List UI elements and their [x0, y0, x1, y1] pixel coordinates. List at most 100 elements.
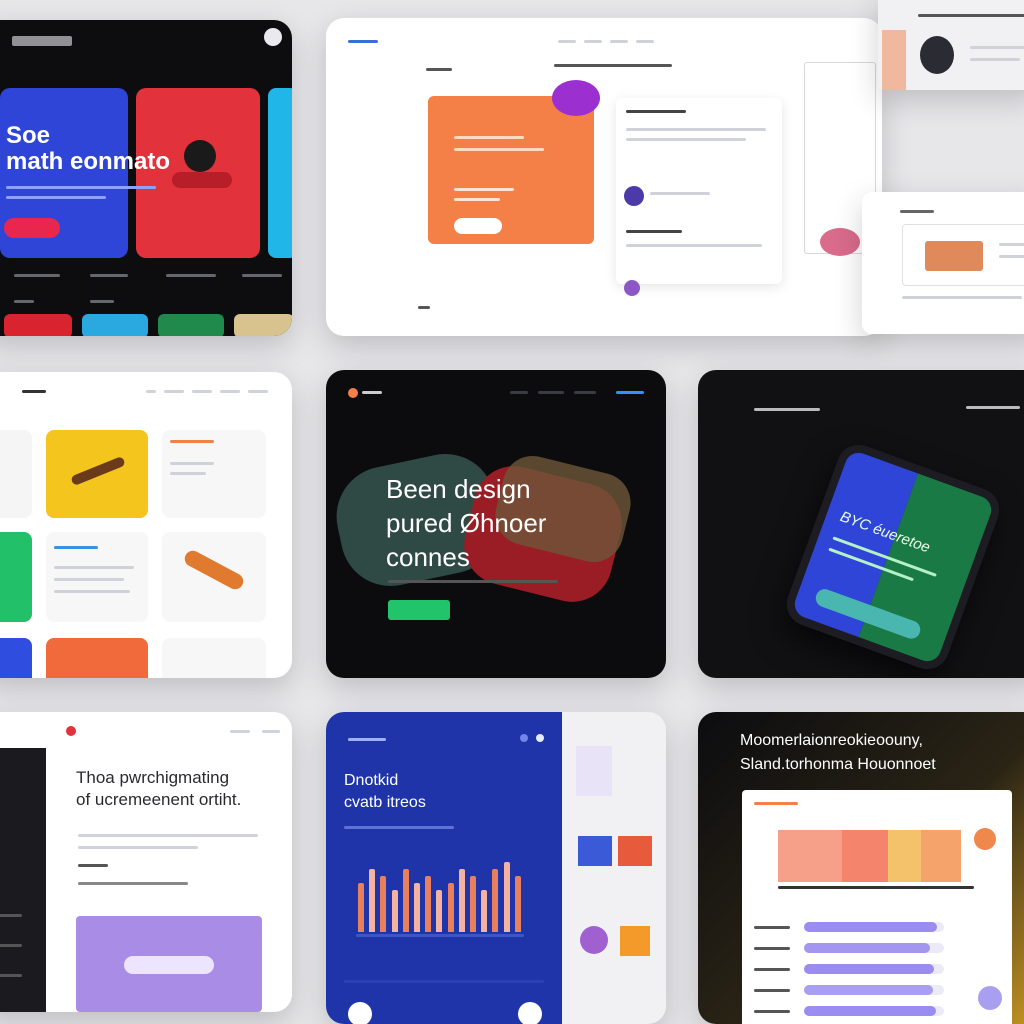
- sidebar-item-2[interactable]: [0, 944, 22, 947]
- logo-text[interactable]: [362, 391, 382, 394]
- stacked-chart: [778, 830, 962, 882]
- swatch-cyan[interactable]: [82, 314, 148, 336]
- hero-headline-2: pured Øhnoer: [386, 508, 547, 538]
- nav-link-4[interactable]: [220, 390, 240, 393]
- profile-text-2: [970, 46, 1024, 49]
- chart-bar: [403, 869, 409, 932]
- gallery-tile-white[interactable]: [0, 430, 32, 518]
- chart-footer: [344, 980, 544, 983]
- panel-logo[interactable]: [348, 738, 386, 741]
- settings-icon[interactable]: [520, 734, 528, 742]
- sidebar-item-1[interactable]: [0, 914, 22, 917]
- nav-link-4[interactable]: [636, 40, 654, 43]
- swatch-beige[interactable]: [234, 314, 292, 336]
- hero-cta-button[interactable]: [4, 218, 60, 238]
- label-b: [90, 274, 128, 277]
- progress-track: [804, 964, 944, 974]
- progress-label: [754, 989, 790, 992]
- analytics-headline-1: Moomerlaionreokieoouny,: [740, 732, 923, 749]
- chart-bar: [515, 876, 521, 932]
- orange-feature-panel[interactable]: [428, 96, 594, 244]
- nav-link-1[interactable]: [558, 40, 576, 43]
- progress-fill: [804, 1006, 936, 1016]
- window-tab-1[interactable]: [754, 802, 798, 805]
- nav-link-2[interactable]: [262, 730, 280, 733]
- tile-text-3: [54, 566, 134, 569]
- chart-bar: [481, 890, 487, 932]
- tile-text-4: [54, 578, 124, 581]
- nav-link-2[interactable]: [538, 391, 564, 394]
- gallery-tile-orange[interactable]: [46, 638, 148, 678]
- profile-icon[interactable]: [536, 734, 544, 742]
- footer-dots: [418, 306, 430, 309]
- nav-link-3[interactable]: [574, 391, 596, 394]
- article-title-2: of ucremeenent ortiht.: [76, 790, 242, 809]
- logo-icon[interactable]: [66, 726, 76, 736]
- progress-fill: [804, 922, 937, 932]
- swatch-green[interactable]: [158, 314, 224, 336]
- hero-headline-1: Soe: [6, 122, 51, 149]
- chat-icon[interactable]: [348, 1002, 372, 1024]
- nav-icons[interactable]: [966, 406, 1020, 409]
- progress-track: [804, 922, 944, 932]
- label-e: [14, 300, 34, 303]
- label-f: [90, 300, 114, 303]
- hero-headline-3: connes: [386, 542, 470, 572]
- nav-link-1[interactable]: [146, 390, 156, 393]
- meta-label: [78, 864, 108, 867]
- chart-bar: [414, 883, 420, 932]
- gallery-tile-green[interactable]: [0, 532, 32, 622]
- product-item-icon: [70, 455, 126, 487]
- fab-button[interactable]: [978, 986, 1002, 1010]
- gallery-tile-info[interactable]: [46, 532, 148, 622]
- progress-label: [754, 1010, 790, 1013]
- card-profile-strip: [878, 0, 1024, 90]
- chart-caption: [344, 826, 454, 829]
- progress-label: [754, 947, 790, 950]
- mini-chart-text-2: [999, 255, 1024, 258]
- thumb-orange: [882, 30, 906, 90]
- nav-logo[interactable]: [22, 390, 46, 393]
- section-label: [426, 68, 452, 71]
- avatar: [920, 36, 954, 74]
- chart-bar: [358, 883, 364, 932]
- tile-title: [170, 440, 214, 443]
- nav-link-1[interactable]: [510, 391, 528, 394]
- feature-cta-button[interactable]: [454, 218, 502, 234]
- gallery-tile-light[interactable]: [162, 638, 266, 678]
- logo-icon[interactable]: [348, 388, 358, 398]
- hero-headline-1: Been design: [386, 474, 531, 504]
- feature-sub: [454, 188, 514, 191]
- swatch-red[interactable]: [4, 314, 72, 336]
- progress-track: [804, 943, 944, 953]
- stacked-segment: [842, 830, 888, 882]
- card-product-gallery: [0, 372, 292, 678]
- gallery-tile-blue[interactable]: [0, 638, 32, 678]
- pipe-illustration-icon: [124, 956, 214, 974]
- gallery-tile-text[interactable]: [162, 430, 266, 518]
- sidebar-item-3[interactable]: [0, 974, 22, 977]
- hero-cta-button[interactable]: [388, 600, 450, 620]
- mini-chart-panel: [902, 224, 1024, 286]
- nav-link-2[interactable]: [164, 390, 184, 393]
- nav-logo[interactable]: [12, 36, 72, 46]
- profile-icon[interactable]: [264, 28, 282, 46]
- card-dark-hero: Soe math eonmato: [0, 20, 292, 336]
- nav-link-2[interactable]: [584, 40, 602, 43]
- info-text-2: [626, 138, 746, 141]
- chart-bar: [425, 876, 431, 932]
- stacked-axis: [778, 886, 974, 889]
- nav-link-3[interactable]: [610, 40, 628, 43]
- progress-fill: [804, 985, 933, 995]
- nav-link[interactable]: [230, 730, 250, 733]
- share-icon[interactable]: [518, 1002, 542, 1024]
- gallery-tile-sculpture[interactable]: [162, 532, 266, 622]
- filter-tabs[interactable]: [78, 882, 188, 885]
- nav-logo[interactable]: [348, 40, 378, 43]
- nav-link-4[interactable]: [616, 391, 644, 394]
- gallery-tile-yellow[interactable]: [46, 430, 148, 518]
- tile-cyan[interactable]: [268, 88, 292, 258]
- nav-link-5[interactable]: [248, 390, 268, 393]
- nav-link-3[interactable]: [192, 390, 212, 393]
- chart-bar: [459, 869, 465, 932]
